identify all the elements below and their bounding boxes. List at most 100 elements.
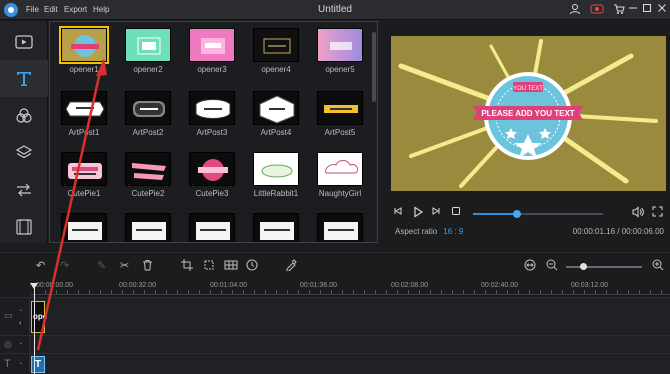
template-item[interactable]: opener1 <box>54 26 114 74</box>
lock-icon[interactable]: ◔ <box>18 308 22 315</box>
template-thumbnail[interactable] <box>125 91 171 125</box>
template-item[interactable]: ArtPost3 <box>182 91 242 137</box>
resize-icon[interactable] <box>203 259 215 274</box>
template-thumbnail[interactable] <box>125 213 171 242</box>
ruler-tick <box>463 290 464 294</box>
stop-icon[interactable] <box>451 206 461 219</box>
template-item[interactable] <box>310 213 370 242</box>
zoom-out-icon[interactable] <box>546 259 558 274</box>
playhead-line[interactable] <box>34 286 35 374</box>
voiceover-icon[interactable] <box>285 259 297 274</box>
template-thumbnail[interactable] <box>125 152 171 186</box>
template-thumbnail[interactable] <box>189 91 235 125</box>
user-icon[interactable] <box>568 3 582 17</box>
zoom-slider[interactable] <box>566 263 642 270</box>
ruler-tick <box>661 290 662 294</box>
template-item[interactable]: CutePie2 <box>118 152 178 198</box>
zoom-knob[interactable] <box>579 263 587 270</box>
zoom-in-icon[interactable] <box>652 259 664 274</box>
progress-knob[interactable] <box>513 210 522 218</box>
tool-filters[interactable] <box>0 97 48 134</box>
template-item[interactable] <box>246 213 306 242</box>
template-thumbnail[interactable] <box>61 213 107 242</box>
mute-icon[interactable]: ◖ <box>18 320 22 327</box>
ruler-tick <box>617 290 618 294</box>
ruler-tick <box>320 290 321 294</box>
video-preview[interactable]: YOU TEXT PLEASE ADD YOU TEXT <box>391 36 666 191</box>
ruler-tick <box>639 290 640 294</box>
template-thumbnail[interactable] <box>125 28 171 62</box>
template-item[interactable]: opener5 <box>310 28 370 74</box>
ruler-tick <box>221 290 222 294</box>
template-thumbnail[interactable] <box>61 91 107 125</box>
video-track[interactable]: ▭ ◔ ◖ ope <box>0 297 670 335</box>
prev-frame-icon[interactable] <box>393 206 403 219</box>
template-item[interactable]: LittleRabbit1 <box>246 152 306 198</box>
template-thumbnail[interactable] <box>253 28 299 62</box>
ruler-label: 00:00:32.00 <box>119 282 156 289</box>
ruler-tick <box>111 290 112 294</box>
crop-icon[interactable] <box>181 259 193 274</box>
template-label: opener5 <box>325 65 355 74</box>
undo-icon[interactable]: ↶ <box>36 259 45 272</box>
template-item[interactable]: NaughtyGirl <box>310 152 370 198</box>
duration-clock-icon[interactable] <box>246 259 258 274</box>
ruler-tick <box>188 290 189 294</box>
delete-icon[interactable] <box>142 259 153 274</box>
template-thumbnail[interactable] <box>189 213 235 242</box>
template-thumbnail[interactable] <box>59 26 109 64</box>
redo-icon[interactable]: ↷ <box>60 259 69 272</box>
tool-transitions[interactable] <box>0 171 48 208</box>
tool-text[interactable] <box>0 60 48 97</box>
tool-media[interactable] <box>0 23 48 60</box>
fit-timeline-icon[interactable] <box>524 259 536 274</box>
tool-elements[interactable] <box>0 208 48 245</box>
template-item[interactable]: ArtPost1 <box>54 91 114 137</box>
minimize-icon[interactable] <box>626 3 640 17</box>
close-icon[interactable] <box>655 3 669 17</box>
template-thumbnail[interactable] <box>253 213 299 242</box>
text-track[interactable]: T ◔ T <box>0 353 670 374</box>
template-item[interactable]: opener2 <box>118 28 178 74</box>
template-thumbnail[interactable] <box>317 213 363 242</box>
template-item[interactable]: ArtPost5 <box>310 91 370 137</box>
register-icon[interactable] <box>590 3 604 17</box>
template-item[interactable] <box>118 213 178 242</box>
template-label: LittleRabbit1 <box>253 189 299 198</box>
template-thumbnail[interactable] <box>317 91 363 125</box>
mosaic-icon[interactable] <box>224 259 238 274</box>
template-item[interactable]: opener4 <box>246 28 306 74</box>
template-item[interactable]: ArtPost2 <box>118 91 178 137</box>
volume-icon[interactable] <box>632 206 644 221</box>
audio-track[interactable]: ◎ ◔ <box>0 335 670 353</box>
aspect-value[interactable]: 16 : 9 <box>443 227 463 236</box>
split-scissors-icon[interactable]: ✂ <box>120 259 129 272</box>
template-thumbnail[interactable] <box>189 152 235 186</box>
play-icon[interactable] <box>412 206 424 221</box>
template-item[interactable] <box>182 213 242 242</box>
audio-lock-icon[interactable]: ◔ <box>18 341 22 348</box>
template-thumbnail[interactable] <box>253 91 299 125</box>
template-thumbnail[interactable] <box>253 152 299 186</box>
template-item[interactable]: ArtPost4 <box>246 91 306 137</box>
template-item[interactable]: CutePie1 <box>54 152 114 198</box>
library-scrollbar[interactable] <box>371 22 377 242</box>
fullscreen-icon[interactable] <box>652 206 663 220</box>
ruler-tick <box>155 290 156 294</box>
template-thumbnail[interactable] <box>189 28 235 62</box>
playback-progress[interactable] <box>473 210 603 218</box>
text-lock-icon[interactable]: ◔ <box>18 361 22 368</box>
edit-pencil-icon[interactable]: ✎ <box>97 259 106 272</box>
template-item[interactable]: opener3 <box>182 28 242 74</box>
template-thumbnail[interactable] <box>317 28 363 62</box>
tool-overlays[interactable] <box>0 134 48 171</box>
maximize-icon[interactable] <box>640 3 654 17</box>
template-item[interactable]: CutePie3 <box>182 152 242 198</box>
template-thumbnail[interactable] <box>61 152 107 186</box>
next-frame-icon[interactable] <box>431 206 441 219</box>
template-item[interactable] <box>54 213 114 242</box>
cart-icon[interactable] <box>612 3 626 17</box>
template-thumbnail[interactable] <box>317 152 363 186</box>
ruler-tick <box>573 290 574 294</box>
timeline-ruler[interactable]: 00:00:00.00 00:00:32.00 00:01:04.00 00:0… <box>30 280 670 296</box>
